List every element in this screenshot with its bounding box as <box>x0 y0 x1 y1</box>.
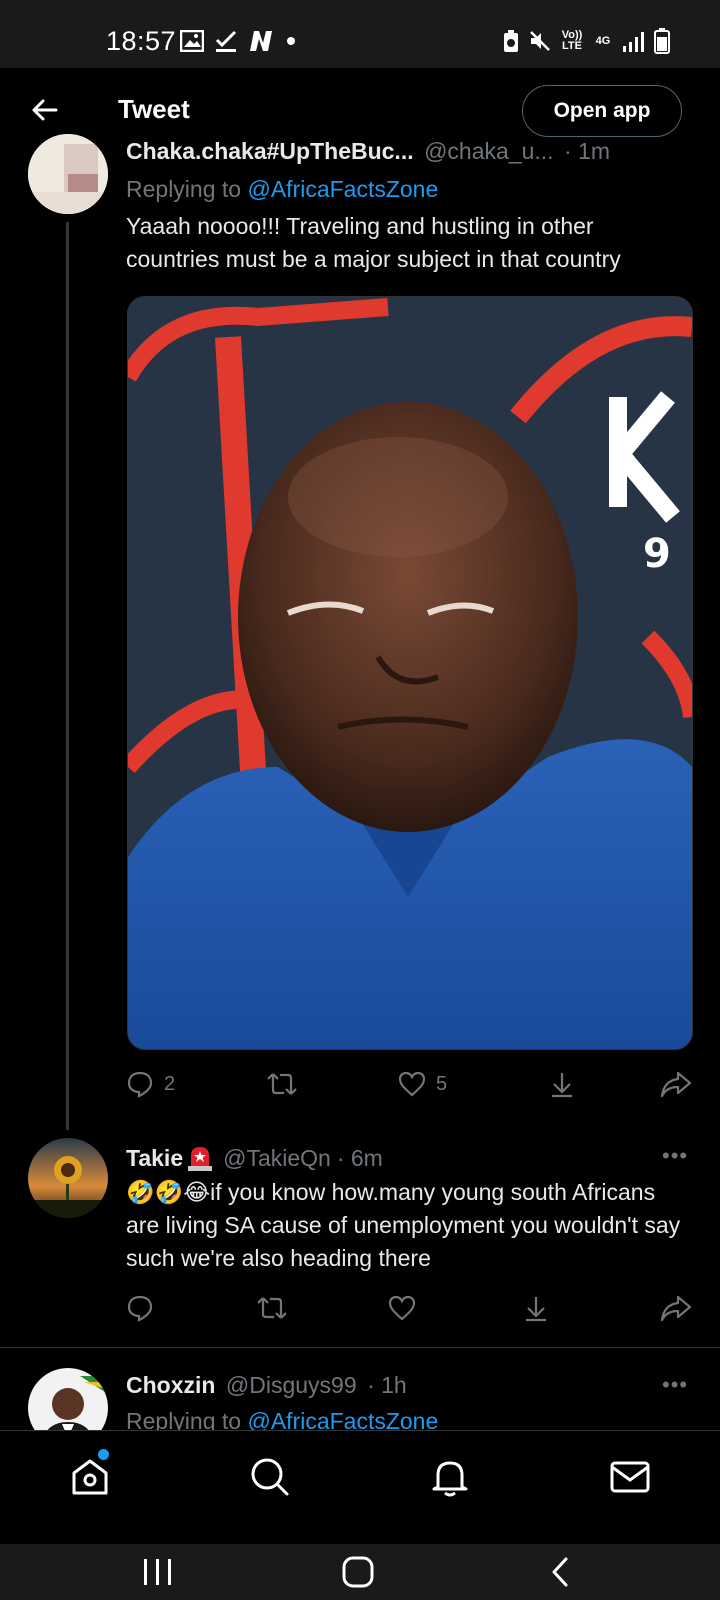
status-bar: 18:57 Vo)) LTE 4G <box>0 0 720 68</box>
status-time: 18:57 <box>106 26 177 56</box>
reply-count: 2 <box>164 1072 176 1095</box>
home-icon <box>72 1459 108 1495</box>
thread-line <box>66 222 69 1130</box>
handle[interactable]: @TakieQn <box>223 1145 331 1172</box>
download-icon <box>526 1297 546 1322</box>
tweet-actions <box>126 1294 696 1334</box>
page-title: Tweet <box>118 94 190 124</box>
nav-notifications[interactable] <box>428 1455 472 1499</box>
tweet-text: 🤣🤣😂if you know how.many young south Afri… <box>126 1179 681 1271</box>
volte-label: Vo)) LTE <box>561 29 583 52</box>
open-app-button[interactable]: Open app <box>522 85 682 137</box>
retweet-button[interactable] <box>256 1294 288 1322</box>
like-button[interactable] <box>388 1294 416 1322</box>
reply-icon <box>127 1071 153 1098</box>
download-button[interactable] <box>522 1294 550 1322</box>
recent-apps-icon <box>144 1559 171 1585</box>
notification-dot <box>98 1449 109 1460</box>
tweet-author-row: Takie @TakieQn · 6m <box>126 1143 656 1173</box>
like-button[interactable]: 5 <box>398 1070 447 1098</box>
retweet-button[interactable] <box>266 1070 298 1098</box>
replying-to: Replying to @AfricaFactsZone <box>126 176 438 203</box>
bottom-navigation <box>0 1430 720 1545</box>
dot-icon <box>287 37 295 45</box>
back-system-button[interactable] <box>546 1556 576 1588</box>
retweet-icon <box>267 1073 297 1095</box>
signal-icon <box>623 32 644 52</box>
display-name[interactable]: Takie <box>126 1145 183 1172</box>
siren-emoji-icon <box>188 1147 213 1171</box>
netflix-icon <box>250 31 272 51</box>
avatar[interactable] <box>28 134 108 214</box>
share-button[interactable] <box>660 1070 692 1098</box>
retweet-icon <box>257 1297 287 1319</box>
tweet-time: · 1h <box>367 1372 407 1398</box>
search-icon <box>251 1458 289 1496</box>
home-system-button[interactable] <box>340 1554 376 1590</box>
system-navigation-bar <box>0 1544 720 1600</box>
heart-icon <box>398 1071 426 1097</box>
home-circle-icon <box>342 1556 374 1588</box>
replying-to-handle[interactable]: @AfricaFactsZone <box>247 176 438 202</box>
gallery-icon <box>180 30 204 52</box>
tweet-actions: 2 5 <box>126 1066 696 1106</box>
heart-icon <box>388 1295 416 1321</box>
tweet-image[interactable]: 9 <box>127 296 693 1050</box>
nav-messages[interactable] <box>608 1455 652 1499</box>
more-options-button[interactable]: ••• <box>662 1143 688 1169</box>
recent-apps-button[interactable] <box>140 1556 176 1588</box>
battery-saver-icon <box>504 30 518 52</box>
tweet-text: Yaaah noooo!!! Traveling and hustling in… <box>126 213 621 272</box>
share-icon <box>660 1295 692 1322</box>
more-options-button[interactable]: ••• <box>662 1372 688 1398</box>
tweet-divider <box>0 1347 720 1348</box>
share-button[interactable] <box>660 1294 692 1322</box>
status-icons-left <box>180 26 298 56</box>
tweet-author-row: Chaka.chaka#UpTheBuc... @chaka_u... · 1m <box>126 138 696 168</box>
mute-icon <box>530 31 550 51</box>
svg-text:9: 9 <box>643 531 671 577</box>
bell-icon <box>432 1461 468 1497</box>
reply-button[interactable] <box>126 1294 154 1322</box>
reply-button[interactable]: 2 <box>126 1070 175 1098</box>
check-download-icon <box>215 30 237 52</box>
handle[interactable]: @Disguys99 <box>226 1372 357 1398</box>
share-icon <box>660 1071 692 1098</box>
photo-man-blue-shirt: 9 <box>128 297 692 1049</box>
tweet-time: · 1m <box>564 138 610 164</box>
nav-home[interactable] <box>68 1449 116 1505</box>
tweet-author-row: Choxzin @Disguys99 · 1h <box>126 1372 656 1402</box>
battery-icon <box>654 28 670 54</box>
like-count: 5 <box>436 1072 448 1095</box>
handle[interactable]: @chaka_u... <box>424 138 553 164</box>
replying-to-label: Replying to <box>126 176 248 202</box>
tweet-time: · 6m <box>336 1144 383 1171</box>
mail-icon <box>610 1461 650 1493</box>
network-type: 4G <box>595 34 611 47</box>
display-name[interactable]: Chaka.chaka#UpTheBuc... <box>126 138 414 164</box>
status-icons-right: Vo)) LTE 4G <box>502 28 670 54</box>
chevron-left-icon <box>552 1557 568 1587</box>
avatar[interactable] <box>28 1138 108 1218</box>
download-button[interactable] <box>548 1070 576 1098</box>
arrow-left-icon <box>32 99 58 121</box>
nav-search[interactable] <box>248 1455 292 1499</box>
display-name[interactable]: Choxzin <box>126 1372 215 1398</box>
download-icon <box>552 1073 572 1098</box>
back-button[interactable] <box>26 90 66 130</box>
reply-icon <box>127 1295 153 1322</box>
